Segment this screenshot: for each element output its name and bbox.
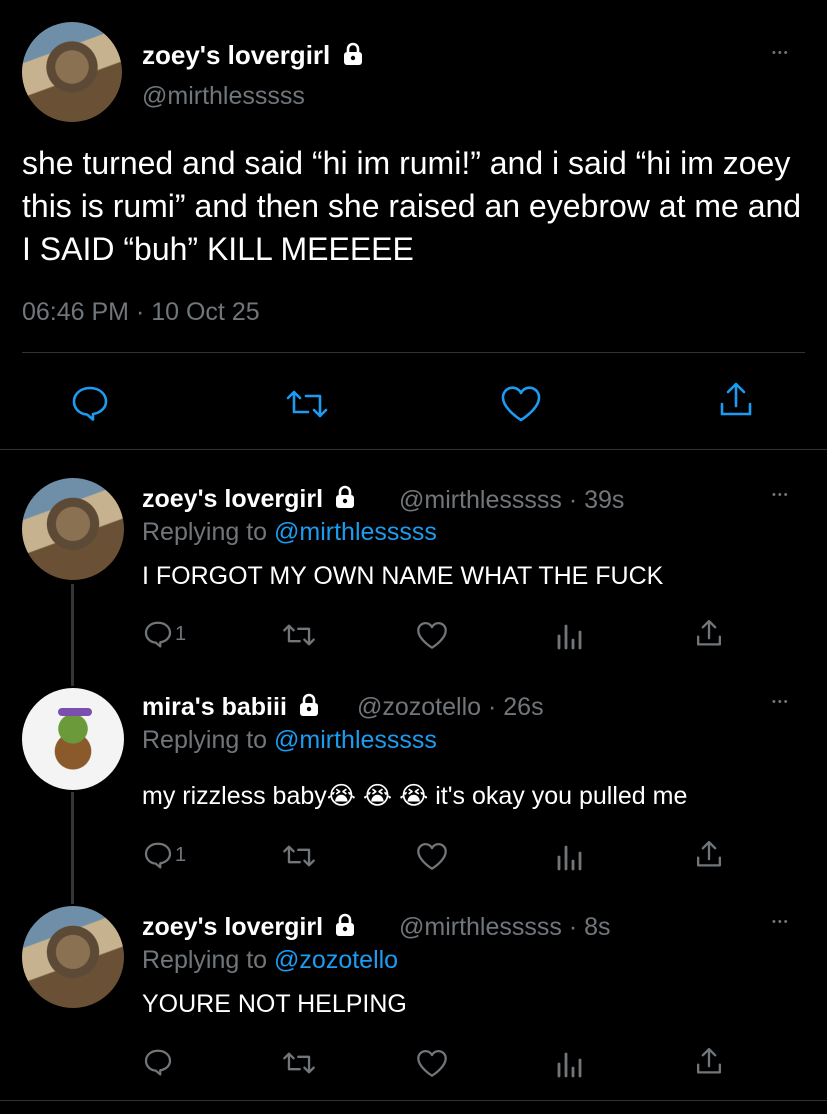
- avatar[interactable]: [22, 688, 124, 790]
- analytics-icon: [557, 845, 582, 871]
- handle-timestamp[interactable]: @zozotello · 26s: [357, 693, 544, 722]
- retweet-button[interactable]: [285, 388, 329, 420]
- replying-to-link[interactable]: @mirthlesssss: [274, 518, 437, 546]
- lock-icon: [335, 485, 354, 508]
- retweet-button[interactable]: [282, 843, 316, 869]
- like-icon: [417, 1049, 447, 1077]
- share-button[interactable]: [695, 618, 723, 649]
- more-options-icon[interactable]: •••: [772, 48, 790, 59]
- reply-icon: [144, 1049, 172, 1076]
- like-button[interactable]: [416, 1049, 448, 1078]
- tweet-timestamp[interactable]: 06:46 PM · 10 Oct 25: [22, 298, 260, 327]
- divider: [22, 352, 805, 353]
- like-button[interactable]: [500, 385, 542, 423]
- lock-icon: [335, 913, 354, 936]
- more-options-icon[interactable]: •••: [772, 917, 790, 928]
- share-icon: [696, 840, 722, 867]
- analytics-icon: [557, 624, 582, 650]
- reply-text: YOURE NOT HELPING: [142, 990, 407, 1018]
- display-name[interactable]: zoey's lovergirl: [142, 913, 356, 942]
- analytics-button[interactable]: [556, 1050, 582, 1078]
- replying-to: Replying to @zozotello: [142, 946, 399, 974]
- reply-icon: [144, 621, 172, 648]
- like-icon: [417, 842, 447, 870]
- replying-to: Replying to @mirthlesssss: [142, 518, 437, 546]
- like-button[interactable]: [416, 621, 448, 650]
- display-name[interactable]: zoey's lovergirl: [142, 485, 356, 514]
- replying-to-link[interactable]: @mirthlesssss: [274, 726, 437, 754]
- retweet-button[interactable]: [282, 622, 316, 648]
- retweet-icon: [283, 1052, 315, 1074]
- like-icon: [417, 621, 447, 649]
- replying-to-link[interactable]: @zozotello: [274, 946, 398, 974]
- handle-timestamp[interactable]: @mirthlesssss · 39s: [399, 486, 624, 515]
- share-icon: [696, 619, 722, 646]
- reply-text: my rizzless baby😭 😭 😭 it's okay you pull…: [142, 782, 688, 810]
- reply-count: 1: [175, 622, 187, 645]
- share-button[interactable]: [718, 380, 754, 420]
- retweet-icon: [286, 390, 328, 418]
- handle-timestamp[interactable]: @mirthlesssss · 8s: [399, 913, 611, 942]
- retweet-button[interactable]: [282, 1050, 316, 1076]
- reply-text: I FORGOT MY OWN NAME WHAT THE FUCK: [142, 562, 664, 590]
- avatar[interactable]: [22, 22, 122, 122]
- reply-icon: [144, 842, 172, 869]
- analytics-icon: [557, 1052, 582, 1078]
- retweet-icon: [283, 624, 315, 646]
- reply-count: 1: [175, 843, 187, 866]
- avatar[interactable]: [22, 906, 124, 1008]
- display-name[interactable]: mira's babiii: [142, 693, 320, 722]
- display-name[interactable]: zoey's lovergirl: [142, 40, 364, 71]
- lock-icon: [299, 693, 318, 716]
- reply-icon: [72, 386, 108, 421]
- like-icon: [501, 386, 541, 422]
- analytics-button[interactable]: [556, 622, 582, 650]
- thread-line: [71, 792, 74, 904]
- replying-to: Replying to @mirthlesssss: [142, 726, 437, 754]
- share-button[interactable]: [695, 839, 723, 870]
- lock-icon: [343, 42, 362, 65]
- share-button[interactable]: [695, 1046, 723, 1077]
- retweet-icon: [283, 845, 315, 867]
- divider: [0, 1100, 827, 1101]
- divider: [0, 449, 827, 450]
- like-button[interactable]: [416, 842, 448, 871]
- tweet-text: she turned and said “hi im rumi!” and i …: [22, 145, 802, 267]
- handle[interactable]: @mirthlesssss: [142, 82, 305, 111]
- reply-button[interactable]: [70, 385, 110, 421]
- avatar[interactable]: [22, 478, 124, 580]
- reply-button[interactable]: 1: [143, 620, 186, 648]
- reply-button[interactable]: [143, 1048, 175, 1076]
- share-icon: [696, 1047, 722, 1074]
- reply-button[interactable]: 1: [143, 841, 186, 869]
- share-icon: [720, 382, 752, 416]
- more-options-icon[interactable]: •••: [772, 490, 790, 501]
- more-options-icon[interactable]: •••: [772, 697, 790, 708]
- analytics-button[interactable]: [556, 843, 582, 871]
- thread-line: [71, 584, 74, 686]
